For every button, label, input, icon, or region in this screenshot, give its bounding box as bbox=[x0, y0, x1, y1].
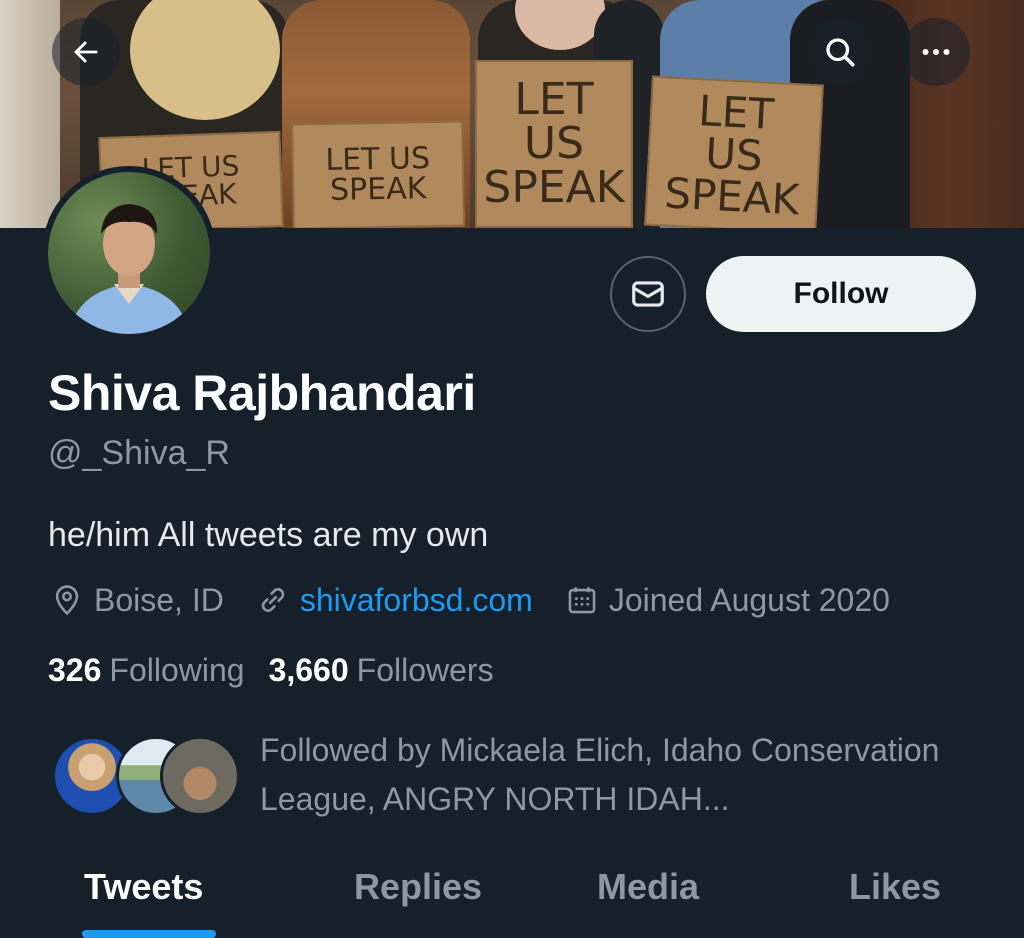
more-button[interactable] bbox=[902, 18, 970, 86]
join-date-text: Joined August 2020 bbox=[608, 581, 890, 618]
user-handle: @_Shiva_R bbox=[48, 434, 230, 472]
search-button[interactable] bbox=[806, 18, 874, 86]
arrow-left-icon bbox=[74, 41, 98, 63]
website[interactable]: shivaforbsd.com bbox=[256, 582, 533, 619]
mail-icon bbox=[632, 281, 664, 307]
tab-likes[interactable]: Likes bbox=[849, 866, 941, 908]
following-count: 326 bbox=[48, 651, 102, 688]
calendar-icon bbox=[568, 587, 596, 614]
avatar-portrait bbox=[68, 204, 190, 334]
followers-label: Followers bbox=[356, 651, 494, 688]
display-name: Shiva Rajbhandari bbox=[48, 365, 476, 421]
back-button[interactable] bbox=[52, 18, 120, 86]
followers-count: 3,660 bbox=[268, 651, 349, 688]
profile-meta: Boise, ID shivaforbsd.com Joined August … bbox=[50, 578, 922, 622]
link-icon bbox=[261, 588, 285, 612]
following-label: Following bbox=[109, 651, 245, 688]
protest-sign: LET US SPEAK bbox=[291, 120, 465, 228]
location: Boise, ID bbox=[50, 582, 224, 619]
active-tab-indicator bbox=[82, 930, 216, 938]
website-link[interactable]: shivaforbsd.com bbox=[300, 582, 533, 619]
tab-media[interactable]: Media bbox=[597, 866, 699, 908]
message-button[interactable] bbox=[610, 256, 686, 332]
follower-avatar bbox=[160, 736, 240, 816]
follow-button[interactable]: Follow bbox=[706, 256, 976, 332]
following-link[interactable]: 326 Following bbox=[48, 652, 245, 689]
search-icon bbox=[826, 38, 855, 67]
profile-avatar[interactable] bbox=[42, 166, 216, 340]
banner-wall bbox=[0, 0, 60, 228]
tab-replies[interactable]: Replies bbox=[354, 866, 482, 908]
bio: he/him All tweets are my own bbox=[48, 516, 489, 554]
tab-tweets[interactable]: Tweets bbox=[84, 866, 203, 908]
more-horizontal-icon bbox=[922, 49, 950, 55]
followed-by-text[interactable]: Followed by Mickaela Elich, Idaho Conser… bbox=[260, 726, 980, 824]
followed-by-avatars[interactable] bbox=[52, 736, 242, 816]
followers-link[interactable]: 3,660 Followers bbox=[269, 652, 494, 689]
follow-counts: 326 Following 3,660 Followers bbox=[48, 648, 518, 692]
profile-tabs: Tweets Replies Media Likes bbox=[0, 850, 1024, 938]
protest-sign: LET US SPEAK bbox=[644, 75, 824, 228]
location-text: Boise, ID bbox=[94, 581, 224, 618]
protest-sign: LET US SPEAK bbox=[475, 60, 633, 228]
avatar-image bbox=[48, 172, 210, 334]
location-pin-icon bbox=[55, 585, 79, 616]
join-date: Joined August 2020 bbox=[565, 582, 890, 619]
